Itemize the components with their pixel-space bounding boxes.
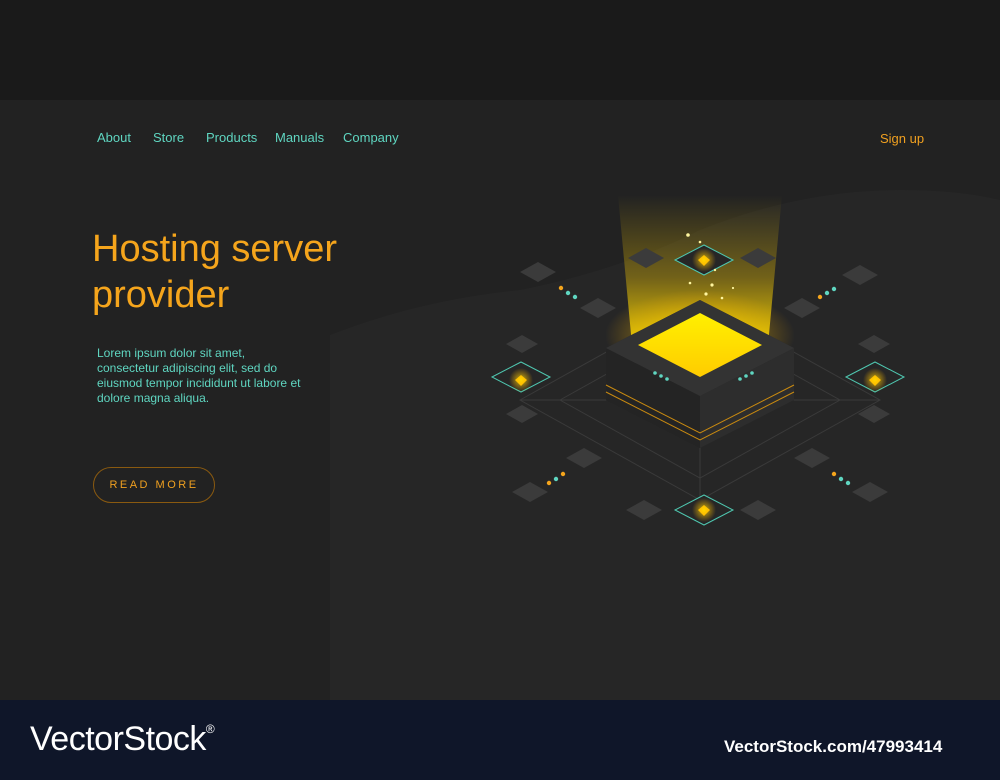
image-id: VectorStock.com/47993414 (724, 737, 943, 756)
logo-text: VectorStock (30, 720, 206, 758)
footer: VectorStock® VectorStock.com/47993414 (0, 700, 1000, 780)
hero-section: About Store Products Manuals Company Sig… (0, 100, 1000, 700)
top-band (0, 0, 1000, 100)
registered-mark: ® (205, 722, 215, 736)
vectorstock-logo: VectorStock® (30, 720, 215, 759)
isometric-server-illustration (490, 195, 906, 526)
